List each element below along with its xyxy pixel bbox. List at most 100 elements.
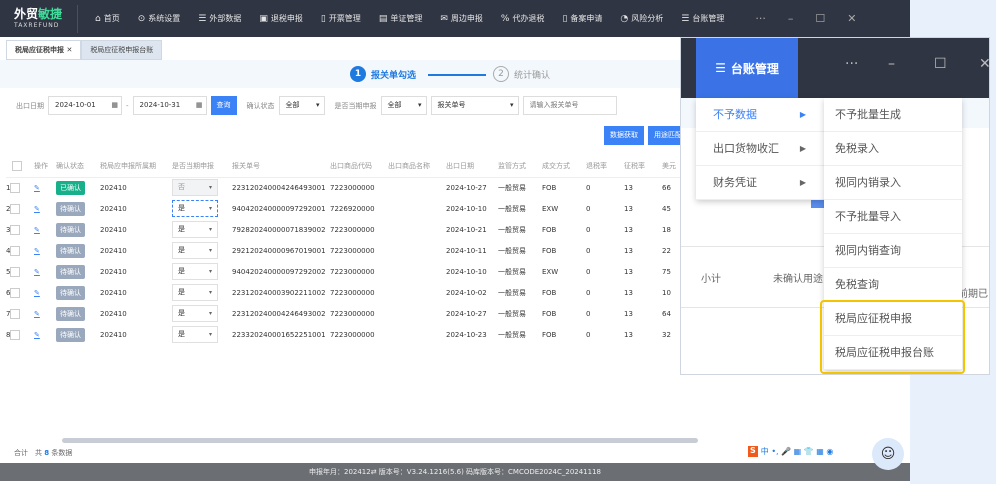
cell: 2024-10-10 <box>446 267 487 276</box>
row-checkbox[interactable] <box>10 182 21 193</box>
ime-tool-icon[interactable]: ▦ <box>794 447 802 456</box>
cell: 一般贸易 <box>498 330 526 339</box>
nav-settings[interactable]: ⊙ 系统设置 <box>138 13 181 24</box>
current-period-select[interactable]: 是 <box>172 200 218 217</box>
row-checkbox[interactable] <box>10 329 21 340</box>
edit-icon[interactable]: ✎ <box>34 184 40 192</box>
search-input[interactable] <box>522 96 617 115</box>
cell: 13 <box>624 309 633 318</box>
nav-invoice[interactable]: ▯ 开票管理 <box>321 13 361 24</box>
nav-home[interactable]: ⌂ 首页 <box>95 13 120 24</box>
tab-tax-declaration[interactable]: 税局应征税申报 ✕ <box>6 40 82 60</box>
menu-item[interactable]: 出口货物收汇 ▶ <box>696 132 824 166</box>
row-checkbox[interactable] <box>10 308 21 319</box>
calendar-icon[interactable]: ▦ <box>196 97 203 114</box>
row-checkbox[interactable] <box>10 203 21 214</box>
edit-icon[interactable]: ✎ <box>34 310 40 318</box>
table-row: 5 ✎ 待确认 202410 是940420240000097292002722… <box>6 261 692 282</box>
cell: 0 <box>586 204 591 213</box>
ime-toolbar[interactable]: S中 •, 🎤 ▦ 👕 ▦ ◉ <box>748 446 833 457</box>
date-to-input[interactable]: 2024-10-31 ▦ <box>132 96 207 115</box>
ledger-menu-button[interactable]: ☰ 台账管理 <box>696 38 798 98</box>
assistant-robot-icon[interactable]: ☺ <box>872 438 904 470</box>
submenu-item[interactable]: 视同内销查询 <box>824 234 962 268</box>
row-checkbox[interactable] <box>10 287 21 298</box>
query-button[interactable]: 查询 <box>210 96 237 115</box>
cell: 2024-10-27 <box>446 309 487 318</box>
table-row: 1 ✎ 已确认 202410 否223120240004246493001722… <box>6 177 692 198</box>
ime-tool-icon[interactable]: 中 <box>761 447 769 456</box>
column-header: 出口商品代码 <box>330 155 388 178</box>
current-period-select[interactable]: 是 <box>172 305 218 322</box>
current-period-select[interactable]: 是 <box>172 263 218 280</box>
submenu-item[interactable]: 不予批量导入 <box>824 200 962 234</box>
nav-chart[interactable]: ◔ 风险分析 <box>620 13 663 24</box>
close-tab-icon[interactable]: ✕ <box>66 46 72 54</box>
field-select[interactable]: 报关单号 ▾ <box>430 96 519 115</box>
close-icon[interactable]: ✕ <box>979 56 989 72</box>
minimize-icon[interactable]: – <box>788 12 794 25</box>
current-period-select[interactable]: 是 <box>172 221 218 238</box>
row-checkbox[interactable] <box>10 245 21 256</box>
cell <box>388 324 446 345</box>
minimize-icon[interactable]: – <box>888 56 895 72</box>
select-all-checkbox[interactable] <box>12 160 22 171</box>
edit-icon[interactable]: ✎ <box>34 268 40 276</box>
row-checkbox[interactable] <box>10 224 21 235</box>
more-icon[interactable]: ··· <box>845 56 858 72</box>
current-period-select[interactable]: 否 <box>172 179 218 197</box>
submenu-item[interactable]: 不予批量生成 <box>824 98 962 132</box>
inbox-icon: ✉ <box>440 13 448 24</box>
horizontal-scrollbar[interactable] <box>62 438 698 443</box>
tab-tax-declaration-ledger[interactable]: 税局应征税申报台账 <box>81 40 163 60</box>
fetch-data-button[interactable]: 数据获取 <box>604 126 644 145</box>
edit-icon[interactable]: ✎ <box>34 247 40 255</box>
cell: 一般贸易 <box>498 288 526 297</box>
nav-refund[interactable]: ▣ 退税申报 <box>259 13 303 24</box>
edit-icon[interactable]: ✎ <box>34 289 40 297</box>
current-period-select[interactable]: 是 <box>172 326 218 343</box>
cell: 0 <box>586 309 591 318</box>
submenu-item[interactable]: 免税录入 <box>824 132 962 166</box>
cell: 一般贸易 <box>498 204 526 213</box>
nav-ledger[interactable]: ☰ 台账管理 <box>681 13 724 24</box>
column-header: 确认状态 <box>56 155 100 178</box>
nav-agent[interactable]: % 代办退税 <box>501 13 545 24</box>
date-from-input[interactable]: 2024-10-01 ▦ <box>48 96 122 115</box>
nav-record[interactable]: ▯ 备案申请 <box>562 13 602 24</box>
column-header: 退税率 <box>586 155 624 178</box>
cell <box>388 261 446 282</box>
nav-document[interactable]: ▤ 单证管理 <box>379 13 423 24</box>
nav-inbox[interactable]: ✉ 周边申报 <box>440 13 483 24</box>
ime-tool-icon[interactable]: ▦ <box>816 447 824 456</box>
ime-tool-icon[interactable]: 🎤 <box>781 447 791 456</box>
close-icon[interactable]: ✕ <box>847 12 856 25</box>
nav-external-data[interactable]: ☰ 外部数据 <box>198 13 241 24</box>
current-period-select[interactable]: 全部 ▾ <box>380 96 427 115</box>
edit-icon[interactable]: ✎ <box>34 205 40 213</box>
status-badge: 待确认 <box>56 243 85 258</box>
current-period-select[interactable]: 是 <box>172 284 218 301</box>
submenu-item[interactable]: 视同内销录入 <box>824 166 962 200</box>
menu-item[interactable]: 不予数据 ▶ <box>696 98 824 132</box>
calendar-icon[interactable]: ▦ <box>111 97 118 114</box>
cell: 0 <box>586 225 591 234</box>
current-period-select[interactable]: 是 <box>172 242 218 259</box>
cell: 792820240000071839002 <box>232 225 326 234</box>
confirm-status-select[interactable]: 全部 ▾ <box>278 96 325 115</box>
maximize-icon[interactable]: ☐ <box>934 56 947 72</box>
cell: 2024-10-23 <box>446 330 487 339</box>
edit-icon[interactable]: ✎ <box>34 226 40 234</box>
edit-icon[interactable]: ✎ <box>34 331 40 339</box>
more-icon[interactable]: ··· <box>755 12 766 25</box>
cell: 223120240004246493002 <box>232 309 326 318</box>
ime-tool-icon[interactable]: 👕 <box>804 447 814 456</box>
row-checkbox[interactable] <box>10 266 21 277</box>
maximize-icon[interactable]: ☐ <box>815 12 825 25</box>
ime-tool-icon[interactable]: ◉ <box>826 447 833 456</box>
submenu-item[interactable]: 免税查询 <box>824 268 962 302</box>
cell: 一般贸易 <box>498 309 526 318</box>
cell: 一般贸易 <box>498 225 526 234</box>
ime-tool-icon[interactable]: •, <box>771 447 778 456</box>
menu-item[interactable]: 财务凭证 ▶ <box>696 166 824 200</box>
